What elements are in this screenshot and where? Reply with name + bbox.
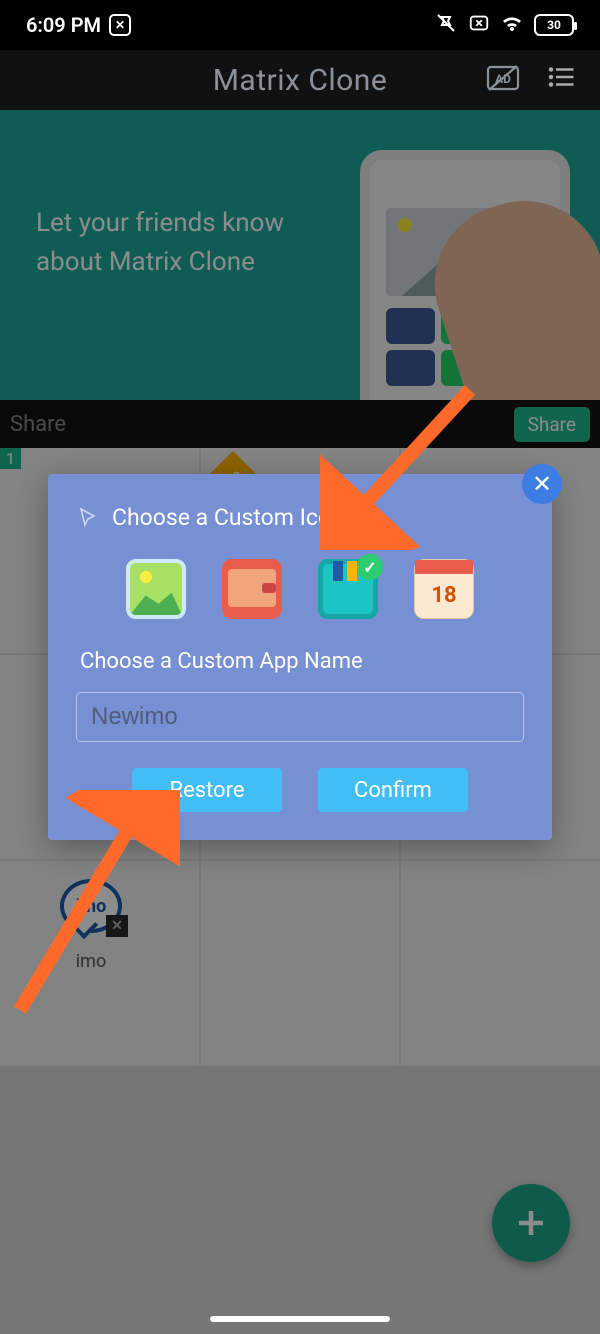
app-name-input[interactable] bbox=[76, 692, 524, 742]
icon-option-notebook[interactable]: ✓ bbox=[318, 559, 378, 619]
box-x-icon bbox=[468, 12, 490, 39]
status-icons: 30 bbox=[434, 11, 574, 40]
app-title: Matrix Clone bbox=[213, 63, 388, 98]
status-bar: 6:09 PM ✕ 30 bbox=[0, 0, 600, 50]
selected-check-icon: ✓ bbox=[357, 554, 383, 580]
wifi-icon bbox=[500, 11, 524, 40]
cursor-icon bbox=[76, 506, 100, 530]
icon-option-calendar[interactable]: 18 bbox=[414, 559, 474, 619]
notification-badge-icon: ✕ bbox=[109, 14, 131, 36]
status-time: 6:09 PM bbox=[26, 13, 101, 37]
home-indicator bbox=[210, 1316, 390, 1322]
confirm-button[interactable]: Confirm bbox=[318, 768, 468, 812]
battery-icon: 30 bbox=[534, 14, 574, 36]
dialog-close-button[interactable]: ✕ bbox=[522, 464, 562, 504]
vibrate-icon bbox=[434, 11, 458, 40]
dialog-subtitle: Choose a Custom App Name bbox=[80, 649, 524, 674]
dialog-title: Choose a Custom Icon bbox=[112, 504, 344, 531]
app-bar: Matrix Clone AD bbox=[0, 50, 600, 110]
icon-option-gallery[interactable] bbox=[126, 559, 186, 619]
restore-button[interactable]: Restore bbox=[132, 768, 282, 812]
icon-options-row: ✓ 18 bbox=[76, 559, 524, 619]
custom-icon-dialog: Choose a Custom Icon ✓ 18 Choose a Custo… bbox=[48, 474, 552, 840]
no-ads-icon[interactable]: AD bbox=[486, 63, 520, 97]
menu-list-icon[interactable] bbox=[546, 62, 576, 99]
icon-option-wallet[interactable] bbox=[222, 559, 282, 619]
